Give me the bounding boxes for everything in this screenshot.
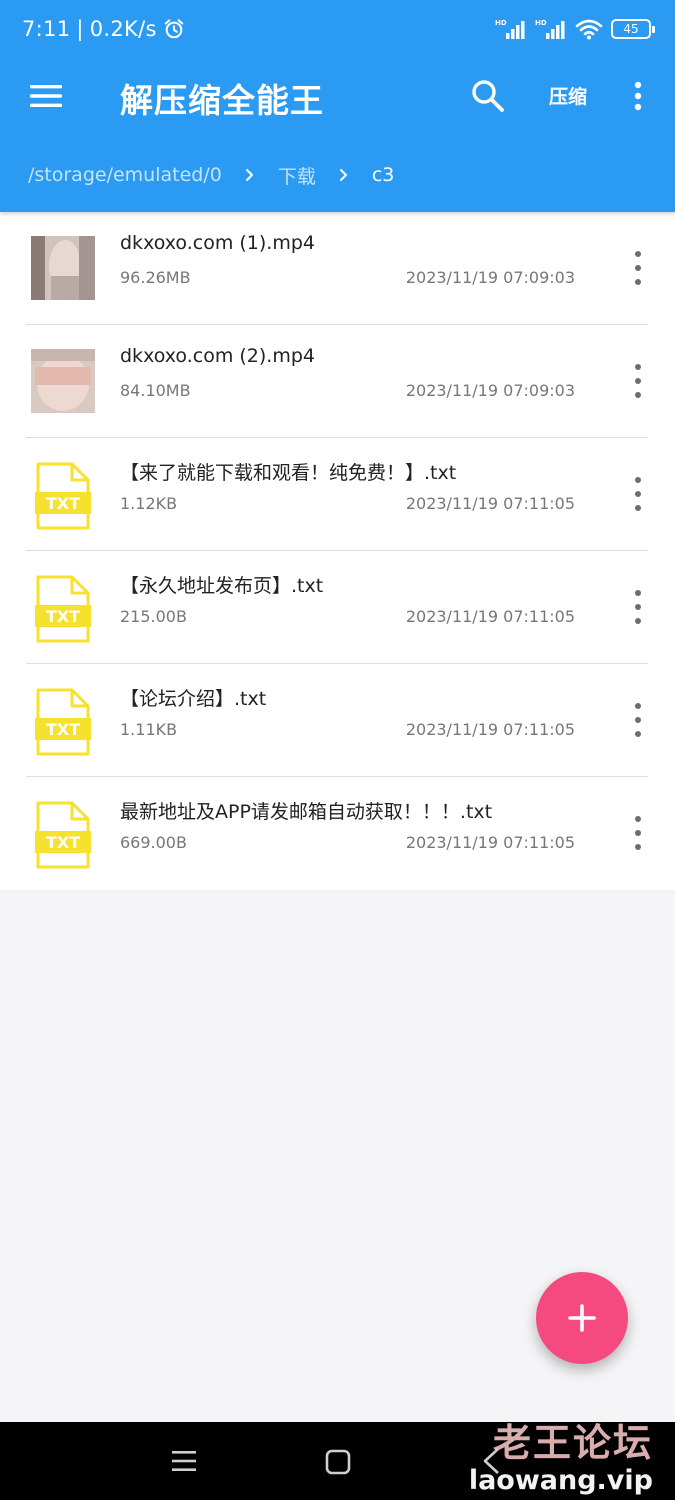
file-size: 1.12KB: [120, 494, 178, 513]
status-icons: HD HD 45: [495, 18, 655, 40]
menu-lines-icon: [172, 1451, 196, 1471]
file-more-button[interactable]: [626, 585, 650, 629]
battery-icon: 45: [611, 19, 655, 39]
back-button[interactable]: [480, 1446, 504, 1480]
compress-button[interactable]: 压缩: [549, 82, 587, 109]
top-bar: 7:11 | 0.2K/s HD HD 45 解压缩全能王 压缩 /storag…: [0, 0, 675, 212]
file-more-button[interactable]: [626, 246, 650, 290]
square-home-icon: [325, 1449, 351, 1475]
file-more-button[interactable]: [626, 359, 650, 403]
breadcrumb-item-root[interactable]: /storage/emulated/0: [28, 164, 222, 186]
svg-text:HD: HD: [535, 19, 547, 27]
file-date: 2023/11/19 07:11:05: [405, 494, 575, 513]
file-more-button[interactable]: [626, 698, 650, 742]
file-row[interactable]: TXT 最新地址及APP请发邮箱自动获取！！！.txt 669.00B 2023…: [0, 777, 675, 890]
alarm-icon: [164, 19, 183, 39]
app-bar: 解压缩全能王 压缩: [0, 60, 675, 132]
signal-icon-2: HD: [535, 19, 565, 39]
svg-text:TXT: TXT: [46, 720, 80, 739]
svg-text:TXT: TXT: [46, 833, 80, 852]
file-name: 【永久地址发布页】.txt: [120, 575, 324, 597]
status-time-group: 7:11 | 0.2K/s: [22, 17, 185, 41]
svg-text:TXT: TXT: [46, 494, 80, 513]
recents-button[interactable]: [170, 1448, 198, 1478]
file-date: 2023/11/19 07:09:03: [405, 381, 575, 400]
chevron-right-icon: [245, 169, 253, 181]
menu-button[interactable]: [26, 76, 66, 116]
file-name: 【论坛介绍】.txt: [120, 688, 267, 710]
txt-file-icon: TXT: [35, 801, 91, 869]
file-more-button[interactable]: [626, 811, 650, 855]
status-separator: |: [76, 17, 84, 41]
overflow-menu-button[interactable]: [622, 76, 654, 116]
file-size: 84.10MB: [120, 381, 191, 400]
breadcrumb: /storage/emulated/0 下载 c3: [0, 150, 675, 200]
wifi-icon: [575, 19, 603, 40]
file-size: 1.11KB: [120, 720, 178, 739]
file-name: dkxoxo.com (2).mp4: [120, 345, 315, 367]
file-row[interactable]: TXT 【永久地址发布页】.txt 215.00B 2023/11/19 07:…: [0, 551, 675, 664]
file-row[interactable]: TXT 【来了就能下载和观看！纯免费！】.txt 1.12KB 2023/11/…: [0, 438, 675, 551]
txt-file-icon: TXT: [35, 462, 91, 530]
status-bar: 7:11 | 0.2K/s HD HD 45: [0, 0, 675, 60]
file-date: 2023/11/19 07:11:05: [405, 720, 575, 739]
more-vert-icon: [635, 364, 641, 398]
file-size: 669.00B: [120, 833, 187, 852]
more-vert-icon: [635, 251, 641, 285]
system-nav-bar: [0, 1422, 675, 1500]
chevron-right-icon: [339, 169, 347, 181]
battery-level: 45: [623, 22, 639, 36]
status-time: 7:11: [22, 17, 71, 41]
txt-file-icon: TXT: [35, 575, 91, 643]
hamburger-icon: [30, 85, 62, 107]
video-thumbnail: [31, 349, 95, 413]
search-button[interactable]: [468, 76, 508, 116]
more-vert-icon: [635, 477, 641, 511]
file-size: 96.26MB: [120, 268, 191, 287]
more-vert-icon: [634, 81, 642, 111]
signal-icon: HD: [495, 19, 525, 39]
file-row[interactable]: dkxoxo.com (2).mp4 84.10MB 2023/11/19 07…: [0, 325, 675, 438]
file-list: dkxoxo.com (1).mp4 96.26MB 2023/11/19 07…: [0, 212, 675, 890]
svg-text:TXT: TXT: [46, 607, 80, 626]
file-row[interactable]: TXT 【论坛介绍】.txt 1.11KB 2023/11/19 07:11:0…: [0, 664, 675, 777]
back-triangle-icon: [483, 1448, 499, 1474]
more-vert-icon: [635, 703, 641, 737]
file-name: 最新地址及APP请发邮箱自动获取！！！.txt: [120, 801, 493, 823]
home-button[interactable]: [324, 1448, 352, 1480]
breadcrumb-item-download[interactable]: 下载: [278, 162, 316, 189]
file-date: 2023/11/19 07:09:03: [405, 268, 575, 287]
file-name: dkxoxo.com (1).mp4: [120, 232, 315, 254]
add-fab-button[interactable]: [536, 1272, 628, 1364]
search-icon: [472, 80, 504, 112]
file-date: 2023/11/19 07:11:05: [405, 833, 575, 852]
breadcrumb-item-current[interactable]: c3: [372, 164, 395, 186]
file-size: 215.00B: [120, 607, 187, 626]
svg-text:HD: HD: [495, 19, 507, 27]
more-vert-icon: [635, 590, 641, 624]
net-speed: 0.2K/s: [89, 17, 157, 41]
file-row[interactable]: dkxoxo.com (1).mp4 96.26MB 2023/11/19 07…: [0, 212, 675, 325]
txt-file-icon: TXT: [35, 688, 91, 756]
file-name: 【来了就能下载和观看！纯免费！】.txt: [120, 462, 457, 484]
app-title: 解压缩全能王: [120, 81, 324, 120]
file-date: 2023/11/19 07:11:05: [405, 607, 575, 626]
file-more-button[interactable]: [626, 472, 650, 516]
more-vert-icon: [635, 816, 641, 850]
plus-icon: [568, 1304, 596, 1332]
video-thumbnail: [31, 236, 95, 300]
